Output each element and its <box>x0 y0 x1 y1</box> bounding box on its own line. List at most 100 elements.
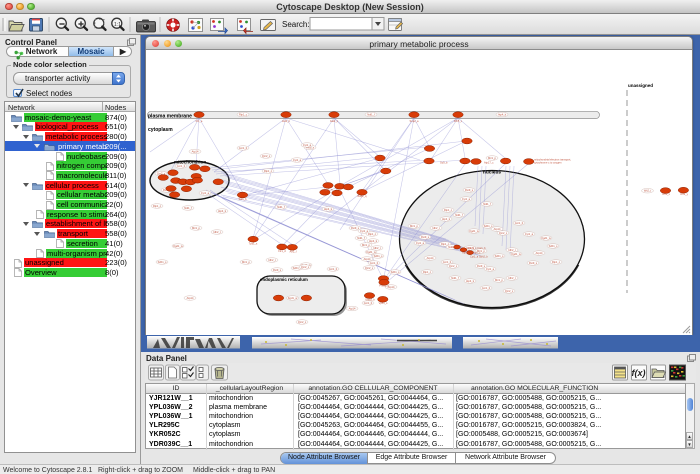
svg-text:Rip1_c: Rip1_c <box>368 232 377 236</box>
svg-text:endoplasmic reticulum: endoplasmic reticulum <box>260 277 308 282</box>
svg-text:Cor1_b: Cor1_b <box>177 164 186 168</box>
svg-text:Atp4_k: Atp4_k <box>324 207 333 211</box>
svg-text:Atp16_b Rip1_c: Atp16_b Rip1_c <box>462 251 481 255</box>
svg-text:Snq2_a: Snq2_a <box>410 119 420 123</box>
svg-text:Mir1_p: Mir1_p <box>242 260 250 264</box>
svg-text:Vma2_k: Vma2_k <box>365 298 375 302</box>
svg-text:Kgd1_w: Kgd1_w <box>511 252 521 256</box>
svg-text:Atp4_k: Atp4_k <box>466 279 475 283</box>
svg-text:Pet9_s: Pet9_s <box>351 226 360 230</box>
svg-text:Atp17_c: Atp17_c <box>484 160 494 164</box>
svg-text:Atp4_k: Atp4_k <box>218 209 227 213</box>
svg-text:Mir1_p: Mir1_p <box>410 224 418 228</box>
svg-text:Orf2_y: Orf2_y <box>680 192 688 196</box>
svg-text:Mir1_p: Mir1_p <box>362 243 370 247</box>
svg-text:Sdh1_s: Sdh1_s <box>158 260 168 264</box>
svg-text:Cyt1_a: Cyt1_a <box>201 191 210 195</box>
svg-text:Cor1_b: Cor1_b <box>329 267 338 271</box>
svg-text:Kgd1_w: Kgd1_w <box>173 244 183 248</box>
svg-text:plasma membrane: plasma membrane <box>148 114 192 120</box>
svg-text:Qcr2_x: Qcr2_x <box>365 266 374 270</box>
svg-text:Atp4_k: Atp4_k <box>442 217 451 221</box>
svg-text:Rip1_c: Rip1_c <box>264 169 273 173</box>
svg-text:Bap2_q: Bap2_q <box>358 194 368 198</box>
svg-text:Idh2_t: Idh2_t <box>508 248 515 252</box>
svg-text:Qcr2_x: Qcr2_x <box>499 231 508 235</box>
svg-text:Pdr5_x: Pdr5_x <box>454 119 463 123</box>
svg-text:Rip1_c: Rip1_c <box>444 208 453 212</box>
svg-text:unassigned: unassigned <box>628 83 653 88</box>
svg-text:Cyt1_a: Cyt1_a <box>462 197 471 201</box>
svg-text:Rip1_c: Rip1_c <box>552 260 561 264</box>
svg-text:Mir1_p: Mir1_p <box>495 278 503 282</box>
svg-text:Idh2_t: Idh2_t <box>644 189 651 193</box>
svg-text:Ndi1_f: Ndi1_f <box>277 205 285 209</box>
svg-text:Ndi1_f: Ndi1_f <box>451 276 459 280</box>
svg-text:Cyt1_a: Cyt1_a <box>416 241 425 245</box>
svg-text:Ndi1_f: Ndi1_f <box>357 236 365 240</box>
svg-text:f(x): f(x) <box>632 368 646 378</box>
svg-text:Ndi1_f: Ndi1_f <box>184 206 192 210</box>
svg-text:Pet9_s: Pet9_s <box>529 261 538 265</box>
svg-text:cytochrome c to oxygen: cytochrome c to oxygen <box>534 161 562 165</box>
svg-text:Cyt1_a: Cyt1_a <box>303 143 312 147</box>
svg-text:Cyt1_a: Cyt1_a <box>525 232 534 236</box>
svg-text:Cyt1_a: Cyt1_a <box>486 267 495 271</box>
svg-text:Atp14: Atp14 <box>427 256 434 260</box>
svg-text:Hxt4_b: Hxt4_b <box>282 119 291 123</box>
svg-text:Kgd1_w: Kgd1_w <box>288 296 298 300</box>
svg-text:Idh2_t: Idh2_t <box>213 230 220 234</box>
svg-text:Atr1_f: Atr1_f <box>290 250 297 254</box>
svg-text:Flr1_d: Flr1_d <box>278 249 286 253</box>
svg-text:Tpo1_s: Tpo1_s <box>249 242 258 246</box>
svg-text:Cor1_b: Cor1_b <box>239 146 248 150</box>
svg-text:Orf1_x: Orf1_x <box>662 192 670 196</box>
svg-text:Atp4_k: Atp4_k <box>369 239 378 243</box>
svg-text:Kgd1_w: Kgd1_w <box>469 229 479 233</box>
svg-text:Cyt1_a: Cyt1_a <box>293 158 302 162</box>
svg-text:Idh2_t: Idh2_t <box>373 246 380 250</box>
svg-text:Vph1_s: Vph1_s <box>379 301 389 305</box>
svg-text:Sdh1_s: Sdh1_s <box>484 224 494 228</box>
svg-text:Pet9_s: Pet9_s <box>477 264 486 268</box>
svg-text:Idh2_t: Idh2_t <box>432 226 439 230</box>
svg-text:Atp14: Atp14 <box>192 150 199 154</box>
svg-text:Cor1_b: Cor1_b <box>443 260 452 264</box>
svg-text:Atp14: Atp14 <box>494 227 501 231</box>
svg-text:Cor1_b: Cor1_b <box>370 261 379 265</box>
svg-text:Gal2_c: Gal2_c <box>330 119 339 123</box>
svg-text:Ndi1_f: Ndi1_f <box>455 213 463 217</box>
svg-text:Atp14: Atp14 <box>349 307 356 311</box>
svg-text:Pet9_s: Pet9_s <box>465 188 474 192</box>
svg-text:Pet9_s: Pet9_s <box>421 235 430 239</box>
svg-text:Cor1_b: Cor1_b <box>515 221 524 225</box>
svg-text:Search:: Search: <box>282 20 310 29</box>
svg-text:Qcr2_x: Qcr2_x <box>298 320 307 324</box>
svg-text:Rip1_c: Rip1_c <box>239 113 248 117</box>
svg-text:Sdh1_s: Sdh1_s <box>495 254 505 258</box>
svg-text:Idh2_t: Idh2_t <box>508 276 515 280</box>
svg-text:Sdh1_s: Sdh1_s <box>374 254 384 258</box>
svg-text:Pet9_s: Pet9_s <box>273 268 282 272</box>
svg-text:Mir1_p: Mir1_p <box>192 226 200 230</box>
svg-text:nucleus: nucleus <box>483 170 501 176</box>
svg-text:Sdh1_s: Sdh1_s <box>391 270 401 274</box>
svg-text:Qcr2_x: Qcr2_x <box>262 154 271 158</box>
svg-text:Rip1_c: Rip1_c <box>423 270 432 274</box>
svg-text:Pma1_x: Pma1_x <box>379 284 389 288</box>
svg-text:Itr1_a: Itr1_a <box>196 119 203 123</box>
svg-text:Atp14: Atp14 <box>364 257 371 261</box>
svg-text:Su9_b: Su9_b <box>440 161 448 165</box>
svg-text:Sdh1_s: Sdh1_s <box>549 244 559 248</box>
svg-text:Atp14: Atp14 <box>536 251 543 255</box>
svg-text:Cyt1_a Sdh2_k: Cyt1_a Sdh2_k <box>470 255 488 259</box>
svg-text:Qcr6_s Cor1_b: Qcr6_s Cor1_b <box>468 246 486 250</box>
svg-text:Mir1_p: Mir1_p <box>488 156 496 160</box>
svg-text:Cor1_b: Cor1_b <box>482 286 491 290</box>
svg-text:Atp14: Atp14 <box>187 296 194 300</box>
svg-text:Sal1_b: Sal1_b <box>238 197 247 201</box>
svg-text:Qcr2_x: Qcr2_x <box>449 264 458 268</box>
svg-text:Atp4_k: Atp4_k <box>498 113 507 117</box>
svg-text:Cor1_b: Cor1_b <box>364 301 373 305</box>
svg-text:Kgd1_w: Kgd1_w <box>366 250 376 254</box>
